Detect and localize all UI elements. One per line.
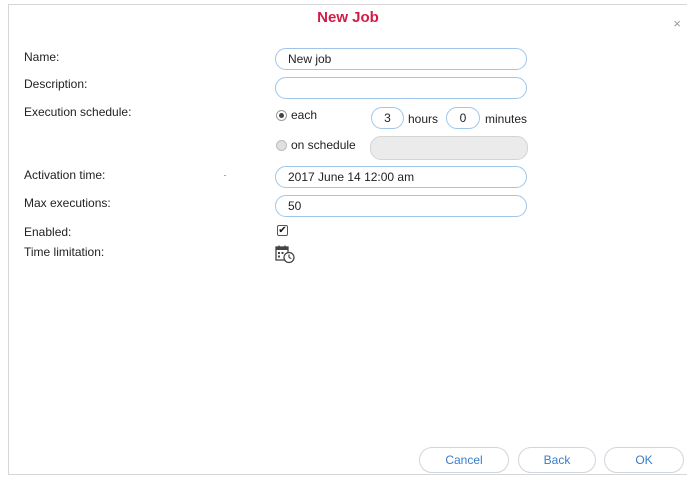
time-limitation-label: Time limitation:	[24, 245, 105, 259]
name-label: Name:	[24, 50, 60, 64]
enabled-label: Enabled:	[24, 225, 72, 239]
name-input[interactable]	[275, 48, 527, 70]
execution-schedule-label: Execution schedule:	[24, 105, 132, 119]
hours-input[interactable]	[371, 107, 404, 129]
enabled-checkbox[interactable]: ✔	[277, 225, 288, 236]
on-schedule-radio[interactable]	[276, 139, 287, 151]
on-schedule-input	[370, 136, 528, 160]
new-job-dialog: New Job × Name: Description: Execution s…	[8, 4, 687, 475]
on-schedule-radio-option[interactable]: on schedule	[276, 138, 356, 152]
description-input[interactable]	[275, 77, 527, 99]
max-executions-label: Max executions:	[24, 196, 111, 210]
cursor-mark	[224, 175, 226, 176]
calendar-clock-icon[interactable]	[275, 245, 296, 267]
ok-button[interactable]: OK	[604, 447, 684, 473]
minutes-input[interactable]	[446, 107, 480, 129]
each-radio[interactable]	[276, 109, 287, 121]
on-schedule-label: on schedule	[291, 138, 356, 152]
minutes-label: minutes	[485, 112, 528, 126]
max-executions-input[interactable]	[275, 195, 527, 217]
activation-time-label: Activation time:	[24, 168, 106, 182]
back-button[interactable]: Back	[518, 447, 596, 473]
close-icon[interactable]: ×	[673, 17, 681, 30]
activation-time-input[interactable]	[275, 166, 527, 188]
description-label: Description:	[24, 77, 88, 91]
cancel-button[interactable]: Cancel	[419, 447, 509, 473]
each-radio-option[interactable]: each	[276, 108, 317, 122]
hours-label: hours	[408, 112, 439, 126]
each-label: each	[291, 108, 318, 122]
dialog-title: New Job	[317, 9, 379, 26]
